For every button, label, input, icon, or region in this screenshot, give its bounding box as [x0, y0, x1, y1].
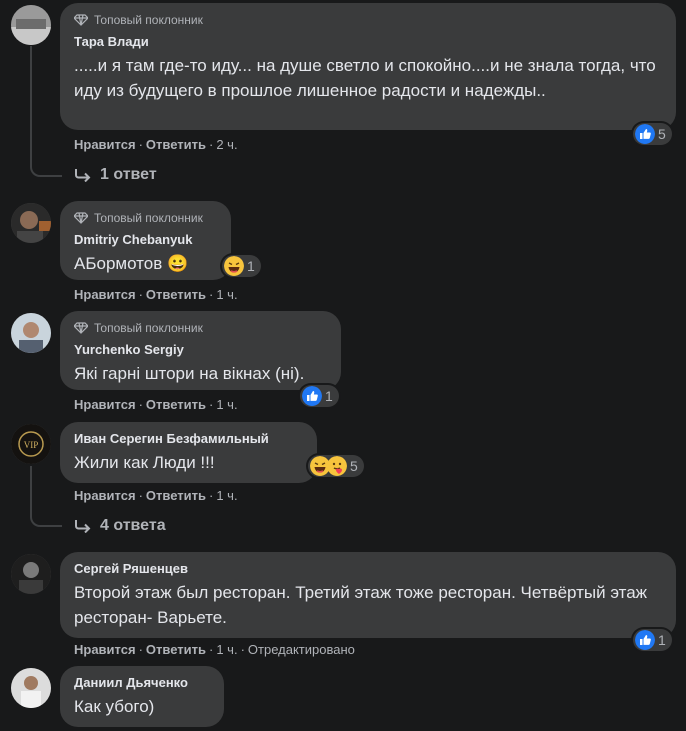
replies-count: 4 ответа [100, 517, 166, 534]
comment-actions: Нравится · Ответить · 1 ч. [74, 397, 238, 412]
comment-bubble: Даниил Дьяченко Как убого) [60, 666, 224, 727]
comment-text: АБормотов 😀 [74, 254, 189, 273]
comment-text: Які гарні штори на вікнах (ні). [74, 364, 305, 383]
comment-text: .....и я там где-то иду... на душе светл… [74, 56, 656, 100]
comment-author[interactable]: Dmitriy Chebanyuk [74, 231, 219, 249]
reactions-count[interactable]: 1 [222, 255, 261, 277]
replies-count: 1 ответ [100, 166, 157, 183]
top-fan-label: Топовый поклонник [94, 13, 203, 27]
diamond-icon [74, 212, 88, 224]
avatar[interactable] [11, 668, 51, 708]
avatar[interactable] [11, 5, 51, 45]
comment-bubble: Топовый поклонник Yurchenko Sergiy Які г… [60, 311, 341, 390]
like-link[interactable]: Нравится [74, 137, 136, 152]
comment-author[interactable]: Yurchenko Sergiy [74, 341, 329, 359]
like-link[interactable]: Нравится [74, 488, 136, 503]
comment-author[interactable]: Иван Серегин Безфамильный [74, 430, 305, 448]
comment-actions: Нравится · Ответить · 1 ч. [74, 488, 238, 503]
comment-actions: Нравится · Ответить · 2 ч. [74, 137, 238, 152]
top-fan-label: Топовый поклонник [94, 321, 203, 335]
reaction-count: 1 [247, 258, 255, 274]
comment-time[interactable]: 1 ч. [216, 397, 237, 412]
thread-line [30, 466, 62, 527]
comment-time[interactable]: 1 ч. [216, 488, 237, 503]
diamond-icon [74, 14, 88, 26]
comment-bubble: Топовый поклонник Тара Влади .....и я та… [60, 3, 676, 130]
comment-actions: Нравится · Ответить · 1 ч. [74, 287, 238, 302]
top-fan-badge: Топовый поклонник [74, 209, 219, 227]
like-link[interactable]: Нравится [74, 642, 136, 657]
comment-author[interactable]: Сергей Ряшенцев [74, 560, 664, 578]
reactions-count[interactable]: 5 [308, 455, 364, 477]
comment-text: Второй этаж был ресторан. Третий этаж то… [74, 583, 648, 627]
reaction-count: 5 [350, 458, 358, 474]
comment-bubble: Иван Серегин Безфамильный Жили как Люди … [60, 422, 317, 483]
reaction-count: 5 [658, 126, 666, 142]
comment-bubble: Топовый поклонник Dmitriy Chebanyuk АБор… [60, 201, 231, 280]
reactions-count[interactable]: 1 [300, 385, 339, 407]
comment-text: Как убого) [74, 697, 155, 716]
like-icon [302, 386, 322, 406]
reaction-count: 1 [658, 632, 666, 648]
reply-arrow-icon [75, 169, 91, 182]
avatar[interactable]: VIP [11, 424, 51, 464]
reply-arrow-icon [75, 520, 91, 533]
top-fan-badge: Топовый поклонник [74, 11, 664, 29]
comment-author[interactable]: Тара Влади [74, 33, 664, 51]
diamond-icon [74, 322, 88, 334]
like-link[interactable]: Нравится [74, 397, 136, 412]
comment-time[interactable]: 2 ч. [216, 137, 237, 152]
avatar[interactable] [11, 203, 51, 243]
comment-author[interactable]: Даниил Дьяченко [74, 674, 212, 692]
reaction-count: 1 [325, 388, 333, 404]
reply-link[interactable]: Ответить [146, 397, 206, 412]
reactions-count[interactable]: 1 [633, 629, 672, 651]
top-fan-badge: Топовый поклонник [74, 319, 329, 337]
care-icon [327, 456, 347, 476]
thread-line [30, 46, 62, 177]
comment-text: Жили как Люди !!! [74, 453, 215, 472]
reply-link[interactable]: Ответить [146, 287, 206, 302]
haha-icon [224, 256, 244, 276]
view-replies-button[interactable]: 1 ответ [74, 166, 157, 184]
avatar[interactable] [11, 554, 51, 594]
like-icon [635, 630, 655, 650]
reply-link[interactable]: Ответить [146, 642, 206, 657]
comment-actions: Нравится · Ответить · 1 ч. · Отредактировано [74, 642, 355, 657]
edited-label[interactable]: Отредактировано [248, 642, 355, 657]
comment-bubble: Сергей Ряшенцев Второй этаж был ресторан… [60, 552, 676, 638]
like-link[interactable]: Нравится [74, 287, 136, 302]
reactions-count[interactable]: 5 [633, 123, 672, 145]
comment-time[interactable]: 1 ч. [216, 642, 237, 657]
view-replies-button[interactable]: 4 ответа [74, 517, 166, 535]
like-icon [635, 124, 655, 144]
avatar[interactable] [11, 313, 51, 353]
comment-time[interactable]: 1 ч. [216, 287, 237, 302]
top-fan-label: Топовый поклонник [94, 211, 203, 225]
reply-link[interactable]: Ответить [146, 137, 206, 152]
svg-text:VIP: VIP [24, 440, 39, 450]
reply-link[interactable]: Ответить [146, 488, 206, 503]
